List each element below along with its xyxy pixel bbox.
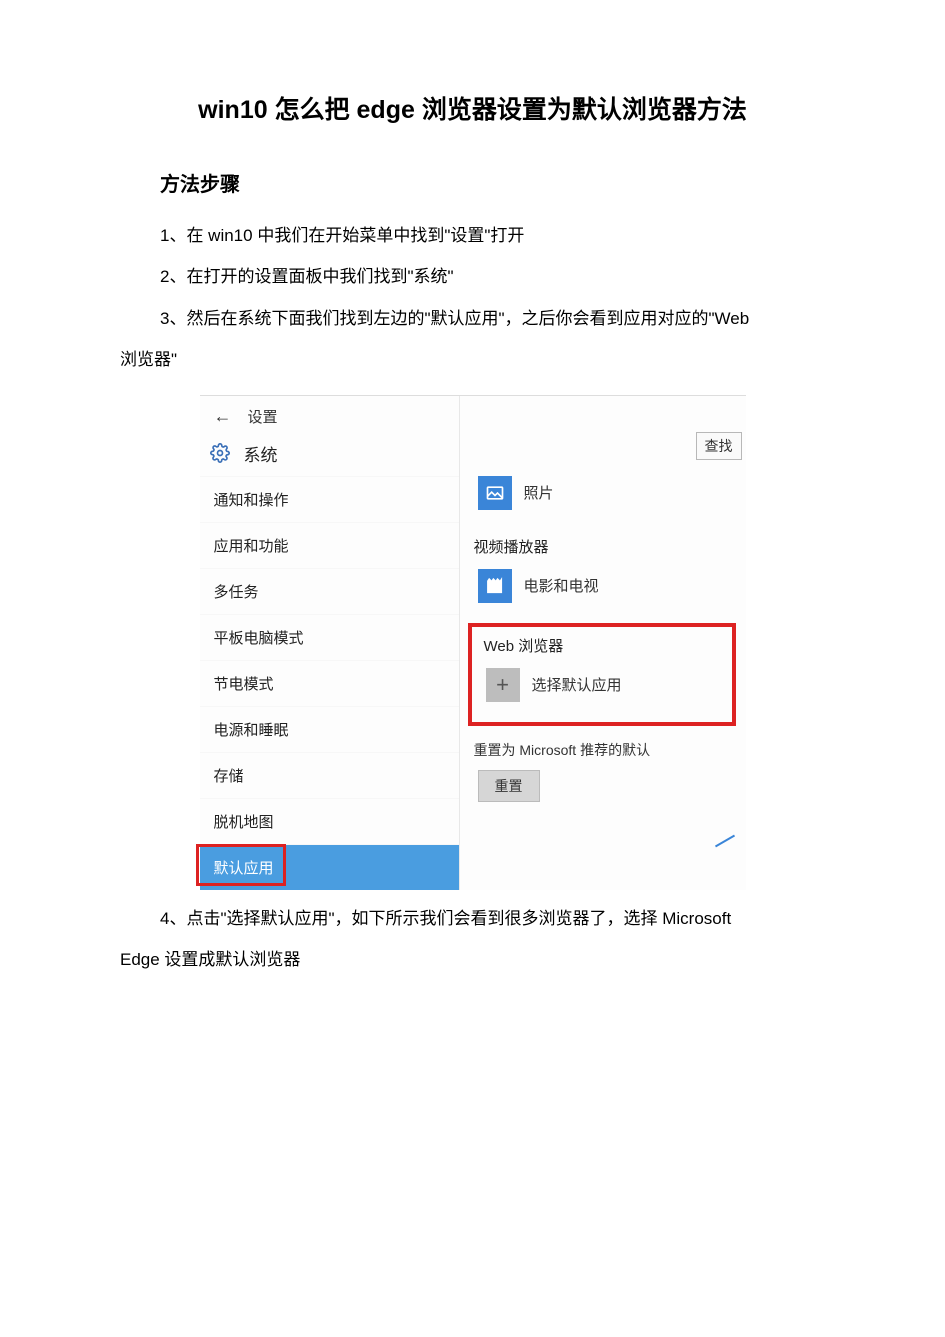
step-3-line-1: 3、然后在系统下面我们找到左边的"默认应用"，之后你会看到应用对应的"Web [160, 300, 825, 337]
system-header: 系统 [200, 435, 459, 476]
page-title: win10 怎么把 edge 浏览器设置为默认浏览器方法 [120, 90, 825, 126]
decorative-line [714, 834, 734, 847]
movies-label: 电影和电视 [524, 575, 599, 596]
movies-icon [478, 569, 512, 603]
sidebar-item-tablet[interactable]: 平板电脑模式 [200, 614, 459, 660]
reset-description: 重置为 Microsoft 推荐的默认 [460, 740, 746, 760]
sidebar-item-battery[interactable]: 节电模式 [200, 660, 459, 706]
web-browser-section: Web 浏览器 [478, 635, 726, 656]
settings-header: ← 设置 [200, 396, 459, 435]
sidebar-item-apps[interactable]: 应用和功能 [200, 522, 459, 568]
plus-icon: + [486, 668, 520, 702]
step-3-line-2: 浏览器" [120, 341, 825, 378]
settings-right-pane: 查找 照片 视频播放器 [460, 396, 746, 890]
sidebar-item-offline-maps[interactable]: 脱机地图 [200, 798, 459, 844]
step-1: 1、在 win10 中我们在开始菜单中找到"设置"打开 [160, 217, 825, 254]
step-4-line-2: Edge 设置成默认浏览器 [120, 941, 825, 978]
gear-icon [210, 443, 230, 463]
search-button[interactable]: 查找 [696, 432, 742, 460]
back-icon[interactable]: ← [214, 406, 232, 427]
settings-label: 设置 [248, 406, 278, 427]
photos-icon [478, 476, 512, 510]
red-highlight-web-browser: Web 浏览器 + 选择默认应用 [468, 623, 736, 726]
sidebar-item-power[interactable]: 电源和睡眠 [200, 706, 459, 752]
choose-default-label: 选择默认应用 [532, 674, 622, 695]
sidebar-item-default-apps[interactable]: 默认应用 [200, 844, 459, 890]
steps-heading: 方法步骤 [160, 168, 825, 197]
step-2: 2、在打开的设置面板中我们找到"系统" [160, 258, 825, 295]
choose-default-row[interactable]: + 选择默认应用 [478, 662, 726, 708]
photos-app-row[interactable]: 照片 [460, 470, 746, 516]
reset-button[interactable]: 重置 [478, 770, 540, 802]
settings-left-pane: ← 设置 系统 通知和操作 应用和功能 多任务 平板电脑模式 节电模式 电源和睡… [200, 396, 460, 890]
movies-app-row[interactable]: 电影和电视 [460, 563, 746, 609]
step-4-line-1: 4、点击"选择默认应用"，如下所示我们会看到很多浏览器了，选择 Microsof… [160, 900, 825, 937]
sidebar-item-notifications[interactable]: 通知和操作 [200, 476, 459, 522]
sidebar-item-storage[interactable]: 存储 [200, 752, 459, 798]
video-section-heading: 视频播放器 [460, 536, 746, 557]
system-label: 系统 [244, 441, 278, 466]
settings-screenshot: ← 设置 系统 通知和操作 应用和功能 多任务 平板电脑模式 节电模式 电源和睡… [200, 395, 746, 890]
sidebar-item-multitask[interactable]: 多任务 [200, 568, 459, 614]
photos-label: 照片 [524, 482, 554, 503]
sidebar-item-label: 默认应用 [214, 860, 274, 877]
